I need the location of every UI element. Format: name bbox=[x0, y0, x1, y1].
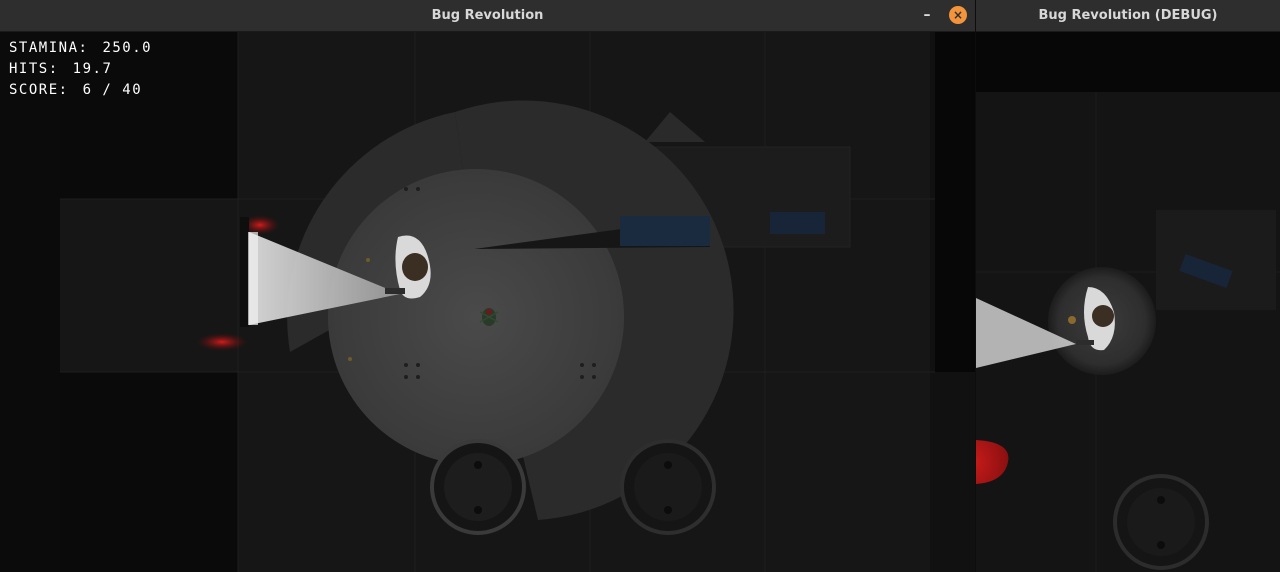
door bbox=[240, 217, 249, 327]
main-window: Bug Revolution – × STAMINA: 250.0 HITS: … bbox=[0, 0, 975, 572]
hud: Stamina: 250.0 Hits: 19.7 Score: 6 / 40 bbox=[9, 38, 152, 101]
wall-top bbox=[976, 32, 1280, 92]
game-viewport[interactable]: Stamina: 250.0 Hits: 19.7 Score: 6 / 40 bbox=[0, 32, 975, 572]
hits-label: Hits: bbox=[9, 61, 59, 77]
hud-hits: Hits: 19.7 bbox=[9, 59, 152, 80]
wall-block bbox=[60, 372, 238, 572]
wall-left bbox=[0, 32, 60, 572]
wall-right bbox=[935, 32, 975, 372]
debug-window-title: Bug Revolution (DEBUG) bbox=[1038, 8, 1218, 23]
game-scene bbox=[0, 32, 975, 572]
minimize-icon[interactable]: – bbox=[917, 5, 937, 25]
hud-score: Score: 6 / 40 bbox=[9, 80, 152, 101]
close-icon[interactable]: × bbox=[949, 6, 967, 24]
stamina-label: Stamina: bbox=[9, 40, 89, 56]
debug-scene bbox=[976, 32, 1280, 572]
main-titlebar[interactable]: Bug Revolution – × bbox=[0, 0, 975, 32]
alarm-light bbox=[196, 333, 248, 351]
hits-value: 19.7 bbox=[72, 61, 113, 77]
vision-inner bbox=[328, 169, 624, 465]
debug-titlebar[interactable]: Bug Revolution (DEBUG) bbox=[976, 0, 1280, 32]
drum bbox=[1113, 474, 1209, 570]
desk-monitor bbox=[620, 216, 710, 246]
desk bbox=[1156, 210, 1276, 310]
debug-window: Bug Revolution (DEBUG) bbox=[976, 0, 1280, 572]
window-title: Bug Revolution bbox=[431, 8, 544, 23]
drum bbox=[430, 439, 526, 535]
stamina-value: 250.0 bbox=[102, 40, 153, 56]
debug-viewport[interactable] bbox=[976, 32, 1280, 572]
score-value: 6 / 40 bbox=[82, 82, 143, 98]
hud-stamina: Stamina: 250.0 bbox=[9, 38, 152, 59]
drum bbox=[620, 439, 716, 535]
score-label: Score: bbox=[9, 82, 69, 98]
